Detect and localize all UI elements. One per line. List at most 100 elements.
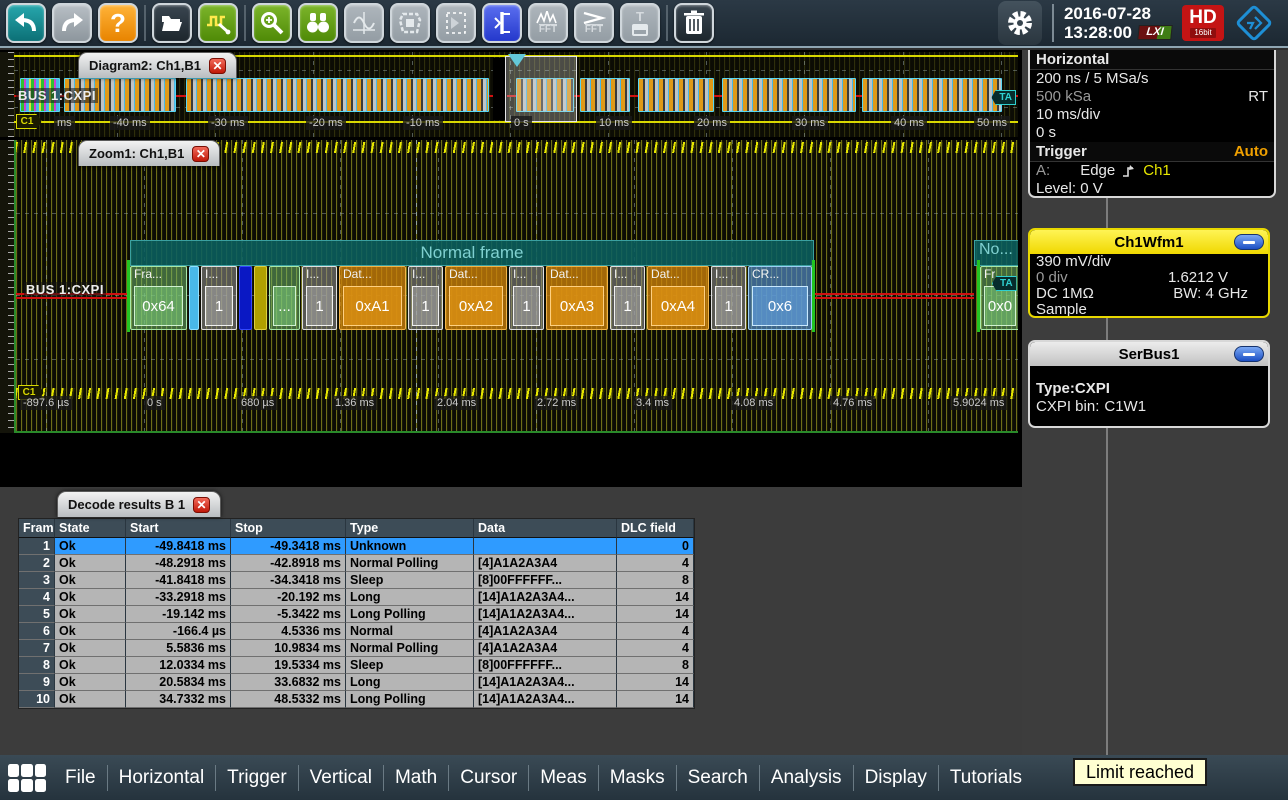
ch1-waveform-panel[interactable]: Ch1Wfm1 390 mV/div 0 div1.6212 V DC 1MΩB…: [1028, 228, 1270, 318]
horizontal-title: Horizontal: [1036, 50, 1109, 69]
menu-item-meas[interactable]: Meas: [529, 767, 597, 789]
table-cell: [4]A1A2A3A4: [474, 640, 617, 657]
table-row[interactable]: 2Ok-48.2918 ms-42.8918 msNormal Polling[…: [19, 555, 694, 572]
serbus-minimize-button[interactable]: [1234, 346, 1264, 362]
table-row[interactable]: 8Ok12.0334 ms19.5334 msSleep[8]00FFFFFF.…: [19, 657, 694, 674]
decode-results-table[interactable]: FrameStateStartStopTypeDataDLC field1Ok-…: [18, 518, 695, 709]
column-header-frame[interactable]: Frame: [19, 519, 55, 538]
table-row[interactable]: 1Ok-49.8418 ms-49.3418 msUnknown0: [19, 538, 694, 555]
zoom1-close-icon[interactable]: ✕: [192, 146, 209, 162]
table-row[interactable]: 9Ok20.5834 ms33.6832 msLong[14]A1A2A3A4.…: [19, 674, 694, 691]
frame-cell-dat[interactable]: Dat...0xA3: [546, 266, 608, 330]
trigger-tool-button[interactable]: T: [620, 3, 660, 43]
menu-item-masks[interactable]: Masks: [599, 767, 676, 789]
help-button[interactable]: ?: [98, 3, 138, 43]
trigger-position-marker[interactable]: [508, 54, 526, 67]
cxpi-normal-frame[interactable]: Normal frame Fra...0x64I...1...I...1Dat.…: [130, 240, 814, 332]
table-row[interactable]: 7Ok5.5836 ms10.9834 msNormal Polling[4]A…: [19, 640, 694, 657]
table-cell: 4: [617, 640, 694, 657]
cxpi-next-frame[interactable]: No... Fr 0x0 TA: [974, 240, 1018, 332]
frame-cell-darkblue[interactable]: [239, 266, 252, 330]
table-row[interactable]: 4Ok-33.2918 ms-20.192 msLong[14]A1A2A3A4…: [19, 589, 694, 606]
table-row[interactable]: 10Ok34.7332 ms48.5332 msLong Polling[14]…: [19, 691, 694, 708]
histogram-button[interactable]: [344, 3, 384, 43]
horizontal-trigger-panel[interactable]: Horizontal 200 ns / 5 MSa/s 500 kSaRT 10…: [1028, 50, 1276, 198]
frame-cell-olive[interactable]: [254, 266, 267, 330]
delete-button[interactable]: [674, 3, 714, 43]
serbus-panel[interactable]: SerBus1 Type:CXPI CXPI bin:C1W1: [1028, 340, 1270, 428]
column-header-stop[interactable]: Stop: [231, 519, 346, 538]
undo-button[interactable]: [6, 3, 46, 43]
frame-cell-i[interactable]: I...1: [610, 266, 645, 330]
frame-cell-dat[interactable]: Dat...0xA4: [647, 266, 709, 330]
next-frame-start-edge: [977, 260, 980, 332]
zoom1-tab[interactable]: Zoom1: Ch1,B1 ✕: [78, 140, 220, 166]
axis-tick-label: 2.72 ms: [534, 396, 579, 410]
frame-cell-i[interactable]: I...1: [711, 266, 746, 330]
menu-item-math[interactable]: Math: [384, 767, 448, 789]
cell-label: Dat...: [651, 267, 680, 281]
cell-value: 1: [715, 286, 742, 326]
table-cell: 8: [617, 572, 694, 589]
serbus-panel-header[interactable]: SerBus1: [1030, 342, 1268, 366]
decode-results-close-icon[interactable]: ✕: [193, 497, 210, 513]
frame-cell-cr[interactable]: CR...0x6: [748, 266, 812, 330]
axis-tick-label: 680 µs: [238, 396, 277, 410]
menu-item-file[interactable]: File: [54, 767, 107, 789]
menu-item-search[interactable]: Search: [677, 767, 759, 789]
decode-results-tab[interactable]: Decode results B 1 ✕: [57, 491, 221, 517]
frame-cell-i[interactable]: I...1: [408, 266, 443, 330]
menu-item-display[interactable]: Display: [854, 767, 938, 789]
horizontal-rt-badge: RT: [1248, 88, 1268, 106]
menu-item-tutorials[interactable]: Tutorials: [939, 767, 1033, 789]
diagram2-tab[interactable]: Diagram2: Ch1,B1 ✕: [78, 52, 237, 78]
frame-cell-dat[interactable]: Dat...0xA1: [339, 266, 406, 330]
mask-test-button[interactable]: [390, 3, 430, 43]
column-header-state[interactable]: State: [55, 519, 126, 538]
frame-cell-dat[interactable]: Dat...0xA2: [445, 266, 507, 330]
menu-item-cursor[interactable]: Cursor: [449, 767, 528, 789]
table-row[interactable]: 5Ok-19.142 ms-5.3422 msLong Polling[14]A…: [19, 606, 694, 623]
column-header-data[interactable]: Data: [474, 519, 617, 538]
frame-cell-cyan[interactable]: [189, 266, 199, 330]
table-cell: -20.192 ms: [231, 589, 346, 606]
frame-cell-i[interactable]: I...1: [201, 266, 237, 330]
column-header-start[interactable]: Start: [126, 519, 231, 538]
ch1-panel-header[interactable]: Ch1Wfm1: [1030, 230, 1268, 254]
cell-label: CR...: [752, 267, 779, 281]
open-file-button[interactable]: [152, 3, 192, 43]
apps-grid-icon[interactable]: [8, 764, 46, 792]
menu-item-vertical[interactable]: Vertical: [299, 767, 383, 789]
menu-item-trigger[interactable]: Trigger: [216, 767, 297, 789]
diagram2-tab-label: Diagram2: Ch1,B1: [89, 58, 201, 73]
measurement-button[interactable]: [482, 3, 522, 43]
frame-cell-i[interactable]: I...1: [302, 266, 337, 330]
menu-item-horizontal[interactable]: Horizontal: [108, 767, 216, 789]
zoom-button[interactable]: [252, 3, 292, 43]
menu-item-analysis[interactable]: Analysis: [760, 767, 853, 789]
settings-button[interactable]: [998, 1, 1042, 45]
datetime-display[interactable]: 2016-07-28 13:28:00 LXI: [1064, 4, 1172, 42]
table-row[interactable]: 6Ok-166.4 µs4.5336 msNormal[4]A1A2A3A44: [19, 623, 694, 640]
frame-cell-fra[interactable]: Fra...0x64: [130, 266, 187, 330]
decoded-burst: [638, 78, 714, 112]
search-button[interactable]: [298, 3, 338, 43]
fft-gating-button[interactable]: FFT: [574, 3, 614, 43]
frame-cell-i[interactable]: I...1: [509, 266, 544, 330]
ch1-minimize-button[interactable]: [1234, 234, 1264, 250]
diagram2-close-icon[interactable]: ✕: [209, 58, 226, 74]
polygon-zone-button[interactable]: [436, 3, 476, 43]
table-cell: [14]A1A2A3A4...: [474, 691, 617, 708]
fft-button[interactable]: FFT: [528, 3, 568, 43]
redo-button[interactable]: [52, 3, 92, 43]
mask-icon: [397, 10, 423, 36]
table-cell: 7: [19, 640, 55, 657]
hd-mode-logo[interactable]: HD 16bit: [1182, 5, 1224, 41]
column-header-type[interactable]: Type: [346, 519, 474, 538]
column-header-dlc-field[interactable]: DLC field: [617, 519, 694, 538]
probe-adjust-button[interactable]: [198, 3, 238, 43]
horizontal-scale: 10 ms/div: [1036, 106, 1100, 124]
table-row[interactable]: 3Ok-41.8418 ms-34.3418 msSleep[8]00FFFFF…: [19, 572, 694, 589]
zoom1-window[interactable]: Normal frame Fra...0x64I...1...I...1Dat.…: [14, 140, 1018, 433]
frame-cell-green[interactable]: ...: [269, 266, 300, 330]
